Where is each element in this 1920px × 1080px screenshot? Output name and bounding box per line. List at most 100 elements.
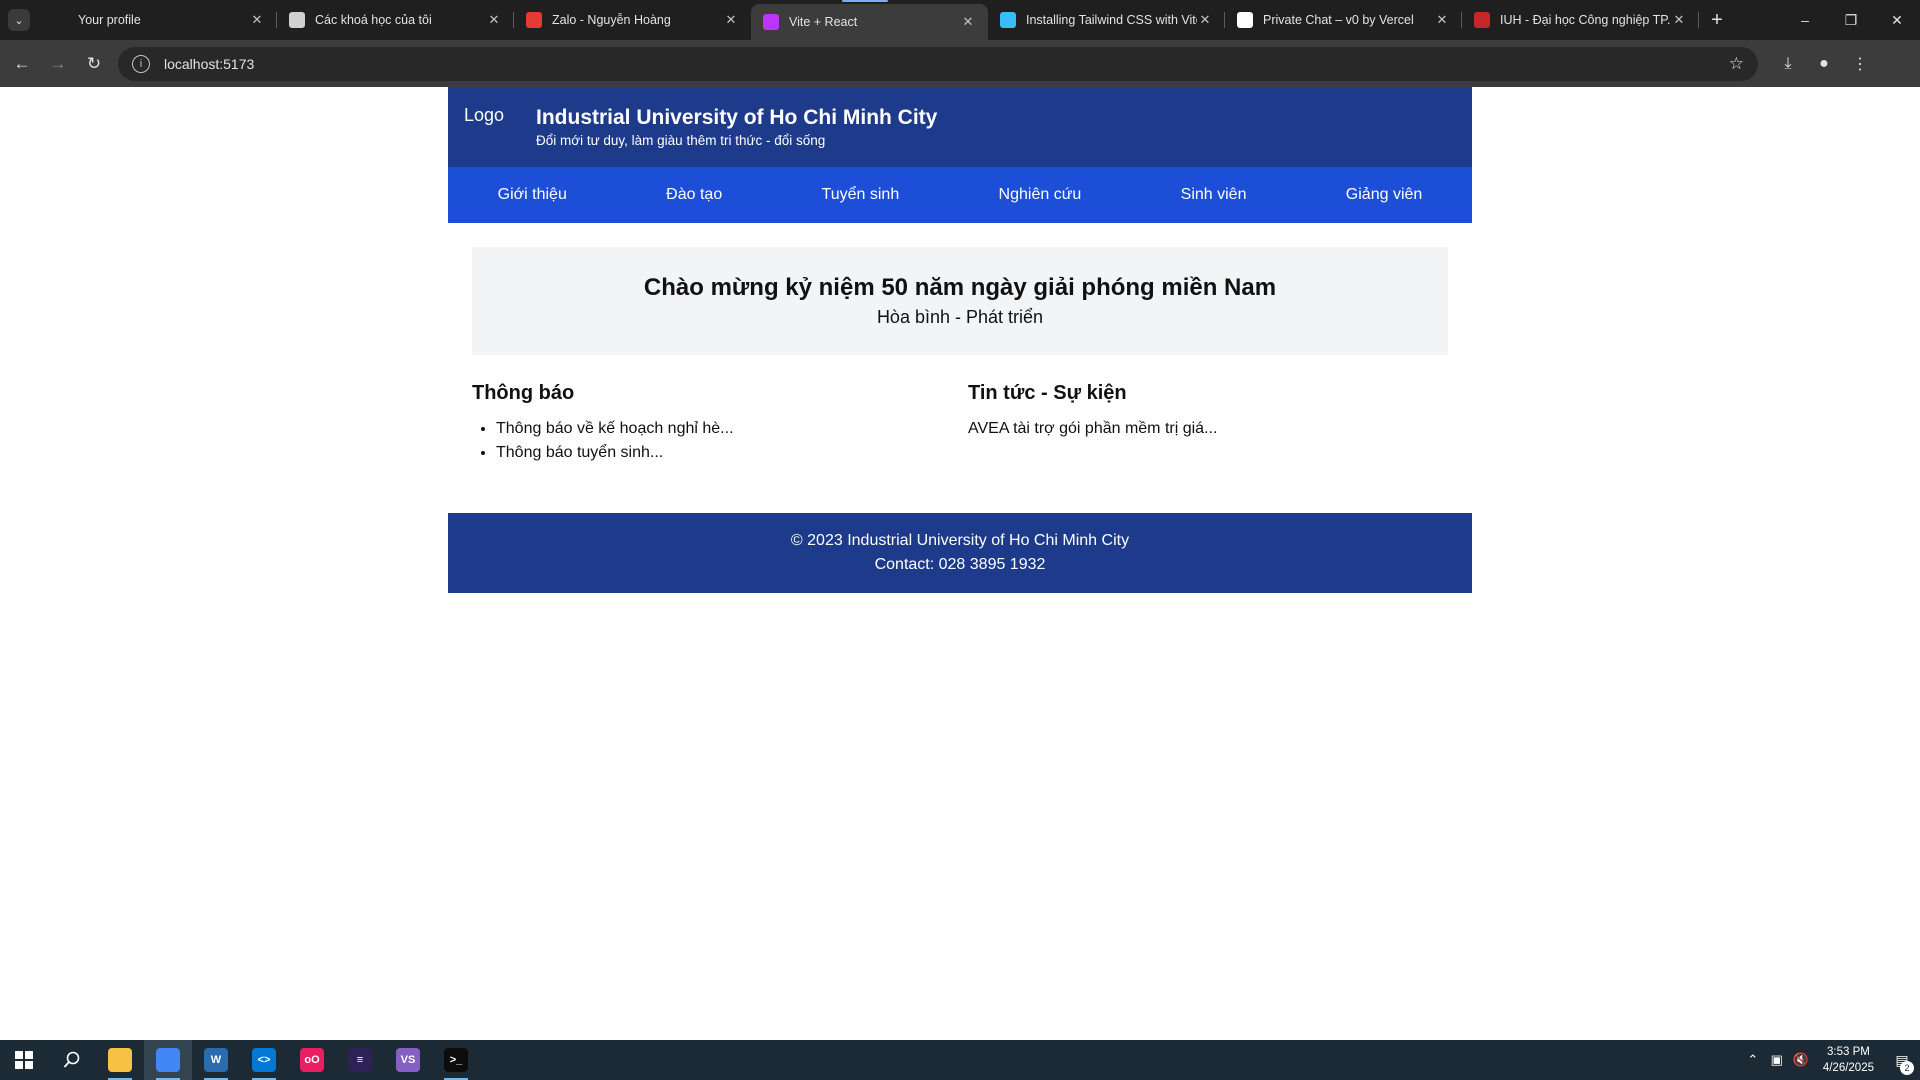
- restore-button[interactable]: ❐: [1828, 0, 1874, 40]
- browser-tab-bar: ⌄ Your profile ✕ Các khoá học của tôi ✕ Zalo…: [0, 0, 1920, 40]
- download-icon[interactable]: ⤓: [1770, 46, 1806, 82]
- browser-tab[interactable]: IUH - Đại học Công nghiệp TP.HCM✕: [1462, 0, 1699, 40]
- arrow-right-icon: →: [49, 53, 67, 73]
- toolbar-actions: ⤓ ● ⋮: [1770, 46, 1878, 82]
- start-button[interactable]: [0, 1040, 48, 1080]
- close-icon[interactable]: ✕: [486, 12, 502, 28]
- clock-date: 4/26/2025: [1822, 1062, 1874, 1074]
- browser-tab[interactable]: Zalo - Nguyễn Hoàng ✕: [514, 0, 751, 40]
- profile-icon[interactable]: ●: [1806, 46, 1842, 82]
- site-footer: © 2023 Industrial University of Ho Chi M…: [448, 513, 1472, 593]
- bookmark-star-icon[interactable]: ☆: [1729, 54, 1744, 74]
- browser-tab[interactable]: Private Chat – v0 by Vercel ✕: [1225, 0, 1462, 40]
- browser-tab[interactable]: Các khoá học của tôi ✕: [277, 0, 514, 40]
- clock-time: 3:53 PM: [1827, 1046, 1870, 1058]
- taskbar-app[interactable]: W: [192, 1040, 240, 1080]
- reload-button[interactable]: ↻: [76, 46, 112, 82]
- forward-button[interactable]: →: [40, 46, 76, 82]
- banner-subtitle: Hòa bình - Phát triển: [876, 307, 1044, 327]
- tab-title: Vite + React: [789, 15, 858, 29]
- notice-item[interactable]: Thông báo về kế hoạch nghỉ hè...: [496, 417, 960, 441]
- nav-item-dao-tao[interactable]: Đào tạo: [666, 186, 722, 204]
- site-info-icon[interactable]: i: [132, 54, 150, 73]
- zalo-icon: [526, 12, 542, 28]
- page-viewport: Logo Industrial University of Ho Chi Min…: [0, 87, 1920, 1040]
- menu-icon[interactable]: ⋮: [1842, 46, 1878, 82]
- news-heading: Tin tức - Sự kiện: [968, 382, 1127, 404]
- book-icon: [289, 12, 305, 28]
- search-button[interactable]: [48, 1040, 96, 1080]
- nav-item-gioi-thieu[interactable]: Giới thiệu: [498, 186, 567, 204]
- taskbar-app[interactable]: ≡: [336, 1040, 384, 1080]
- tab-title: Installing Tailwind CSS with Vite: [1026, 13, 1197, 27]
- chevron-up-icon[interactable]: ⌃: [1741, 1052, 1765, 1068]
- taskbar-app[interactable]: VS: [384, 1040, 432, 1080]
- taskbar-apps: W <> oO ≡ VS >_: [96, 1040, 480, 1080]
- site-title: Industrial University of Ho Chi Minh Cit…: [536, 106, 938, 129]
- notice-item[interactable]: Thông báo tuyển sinh...: [496, 441, 960, 465]
- close-window-button[interactable]: ✕: [1874, 0, 1920, 40]
- main-content: Chào mừng kỷ niệm 50 năm ngày giải phóng…: [448, 223, 1472, 465]
- close-icon[interactable]: ✕: [723, 12, 739, 28]
- nav-item-giang-vien[interactable]: Giảng viên: [1346, 186, 1423, 204]
- browser-tab[interactable]: Installing Tailwind CSS with Vite ✕: [988, 0, 1225, 40]
- taskbar-app[interactable]: [144, 1040, 192, 1080]
- tab-title: Your profile: [78, 13, 141, 27]
- tab-strip: Your profile ✕ Các khoá học của tôi ✕ Zalo -…: [40, 0, 1699, 40]
- v0-icon: [1237, 12, 1253, 28]
- file-explorer-icon: [108, 1048, 132, 1072]
- taskbar-app[interactable]: [96, 1040, 144, 1080]
- tab-title: Private Chat – v0 by Vercel: [1263, 13, 1414, 27]
- welcome-banner: Chào mừng kỷ niệm 50 năm ngày giải phóng…: [472, 247, 1448, 355]
- notices-section: Thông báo Thông báo về kế hoạch nghỉ hè.…: [472, 379, 960, 465]
- chevron-down-icon: ⌄: [14, 14, 24, 27]
- tab-title: Zalo - Nguyễn Hoàng: [552, 13, 671, 27]
- browser-toolbar: ← → ↻ i localhost:5173 ☆ ⤓ ● ⋮: [0, 40, 1920, 87]
- tab-title: Các khoá học của tôi: [315, 13, 432, 27]
- new-tab-button[interactable]: +: [1701, 4, 1733, 36]
- browser-tab[interactable]: Your profile ✕: [40, 0, 277, 40]
- address-bar[interactable]: i localhost:5173 ☆: [118, 46, 1758, 81]
- network-icon[interactable]: ▣: [1765, 1052, 1789, 1068]
- news-item[interactable]: AVEA tài trợ gói phần mềm trị giá...: [968, 417, 1448, 441]
- reload-icon: ↻: [86, 53, 102, 73]
- close-icon[interactable]: ✕: [249, 12, 265, 28]
- vite-icon: [763, 14, 779, 30]
- volume-muted-icon[interactable]: 🔇: [1789, 1052, 1813, 1068]
- word-icon: W: [204, 1048, 228, 1072]
- browser-tab[interactable]: Vite + React ✕: [751, 4, 988, 40]
- nav-item-tuyen-sinh[interactable]: Tuyển sinh: [822, 186, 900, 204]
- close-icon[interactable]: ✕: [960, 14, 976, 30]
- tab-search-button[interactable]: ⌄: [8, 9, 30, 31]
- minimize-button[interactable]: –: [1782, 0, 1828, 40]
- iuh-icon: [1474, 12, 1490, 28]
- taskbar-app[interactable]: oO: [288, 1040, 336, 1080]
- app-icon: oO: [300, 1048, 324, 1072]
- tab-separator: [1698, 12, 1699, 28]
- vscode-icon: <>: [252, 1048, 276, 1072]
- logo-image: Logo: [464, 105, 505, 125]
- content-columns: Thông báo Thông báo về kế hoạch nghỉ hè.…: [472, 379, 1448, 465]
- close-icon[interactable]: ✕: [1197, 12, 1213, 28]
- site-header: Logo Industrial University of Ho Chi Min…: [448, 87, 1472, 167]
- close-icon[interactable]: ✕: [1434, 12, 1450, 28]
- nav-item-sinh-vien[interactable]: Sinh viên: [1181, 186, 1247, 204]
- back-button[interactable]: ←: [4, 46, 40, 82]
- notification-badge: 2: [1900, 1060, 1914, 1075]
- chrome-icon: [156, 1048, 180, 1072]
- taskbar-app[interactable]: <>: [240, 1040, 288, 1080]
- clock[interactable]: 3:53 PM 4/26/2025: [1823, 1044, 1874, 1076]
- active-tab-indicator: [842, 0, 888, 2]
- notification-center-button[interactable]: ▤ 2: [1884, 1052, 1920, 1075]
- close-icon[interactable]: ✕: [1671, 12, 1687, 28]
- footer-copyright: © 2023 Industrial University of Ho Chi M…: [790, 532, 1130, 549]
- site-container: Logo Industrial University of Ho Chi Min…: [448, 87, 1472, 593]
- taskbar-app[interactable]: >_: [432, 1040, 480, 1080]
- terminal-icon: >_: [444, 1048, 468, 1072]
- notices-heading: Thông báo: [472, 382, 575, 404]
- nav-item-nghien-cuu[interactable]: Nghiên cứu: [999, 186, 1082, 204]
- github-icon: [52, 12, 68, 28]
- site-slogan: Đổi mới tư duy, làm giàu thêm tri thức -…: [536, 133, 826, 148]
- tab-title: IUH - Đại học Công nghiệp TP.HCM: [1500, 13, 1671, 27]
- url-text[interactable]: localhost:5173: [164, 56, 1729, 72]
